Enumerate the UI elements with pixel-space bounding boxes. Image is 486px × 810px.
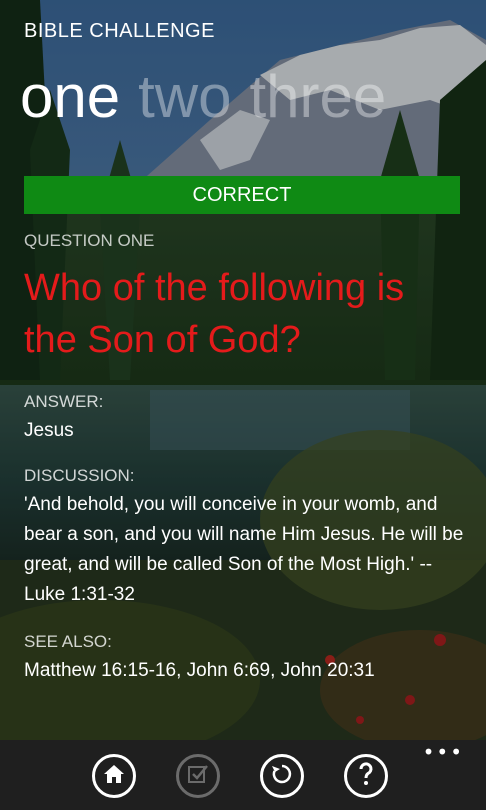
check-answer-icon: [186, 763, 210, 789]
more-options-button[interactable]: •••: [423, 742, 464, 762]
refresh-button[interactable]: [260, 754, 304, 798]
question-text: Who of the following is the Son of God?: [24, 267, 405, 361]
pivot-item-two[interactable]: two: [138, 63, 231, 130]
answer-text: Jesus: [24, 420, 74, 441]
see-also-label: SEE ALSO:: [24, 632, 112, 651]
see-also-text: Matthew 16:15-16, John 6:69, John 20:31: [24, 660, 375, 681]
help-button[interactable]: [344, 754, 388, 798]
home-button[interactable]: [92, 754, 136, 798]
discussion-text: 'And behold, you will conceive in your w…: [24, 494, 464, 605]
pivot-item-one[interactable]: one: [20, 63, 120, 130]
check-answer-button[interactable]: [176, 754, 220, 798]
result-banner: CORRECT: [24, 176, 460, 214]
answer-label: ANSWER:: [24, 392, 104, 411]
app-title: BIBLE CHALLENGE: [24, 20, 215, 42]
refresh-icon: [270, 762, 294, 790]
pivot-header: one two three: [20, 62, 404, 132]
question-number-label: QUESTION ONE: [24, 231, 155, 250]
discussion-label: DISCUSSION:: [24, 466, 135, 485]
app-bar: •••: [0, 740, 486, 810]
help-icon: [354, 761, 378, 791]
pivot-item-three[interactable]: three: [249, 63, 386, 130]
home-icon: [102, 763, 126, 789]
